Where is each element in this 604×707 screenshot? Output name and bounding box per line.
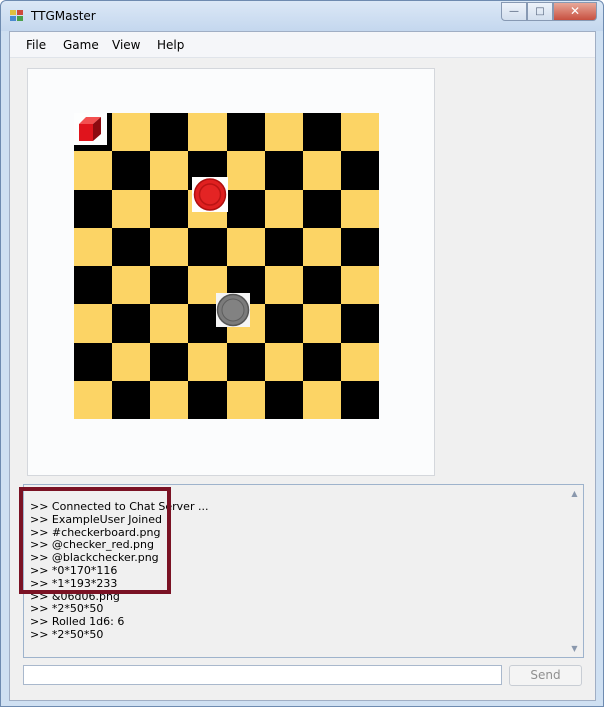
board-square[interactable] <box>150 113 189 152</box>
board-square[interactable] <box>226 189 265 228</box>
board-square[interactable] <box>340 189 379 228</box>
board-square[interactable] <box>264 151 303 190</box>
board-square[interactable] <box>112 380 151 419</box>
board-square[interactable] <box>150 266 189 305</box>
board-square[interactable] <box>340 113 379 152</box>
checkerboard[interactable] <box>74 113 379 419</box>
board-square[interactable] <box>340 380 379 419</box>
board-square[interactable] <box>188 113 227 152</box>
board-square[interactable] <box>226 342 265 381</box>
board-square[interactable] <box>74 342 113 381</box>
board-square[interactable] <box>112 304 151 343</box>
chat-line: >> ExampleUser Joined <box>30 512 162 526</box>
menu-bar: File Game View Help <box>10 32 595 58</box>
scroll-up-arrow-icon[interactable]: ▲ <box>567 486 582 501</box>
board-square[interactable] <box>302 342 341 381</box>
board-square[interactable] <box>264 189 303 228</box>
board-square[interactable] <box>112 266 151 305</box>
board-square[interactable] <box>188 227 227 266</box>
chat-input[interactable] <box>23 665 502 685</box>
close-button[interactable]: ✕ <box>553 2 597 21</box>
scroll-down-arrow-icon[interactable]: ▼ <box>567 641 582 656</box>
menu-help[interactable]: Help <box>153 38 188 52</box>
maximize-button[interactable]: □ <box>527 2 553 21</box>
board-square[interactable] <box>340 304 379 343</box>
cube-icon <box>79 117 101 141</box>
chat-line: >> *1*193*233 <box>30 576 118 590</box>
chat-line: >> Rolled 1d6: 6 <box>30 615 125 629</box>
board-square[interactable] <box>340 151 379 190</box>
board-square[interactable] <box>112 189 151 228</box>
board-square[interactable] <box>112 227 151 266</box>
board-square[interactable] <box>264 342 303 381</box>
board-square[interactable] <box>74 266 113 305</box>
board-square[interactable] <box>150 151 189 190</box>
board-square[interactable] <box>74 380 113 419</box>
board-square[interactable] <box>340 266 379 305</box>
board-square[interactable] <box>302 113 341 152</box>
window-controls: — □ ✕ <box>501 2 597 22</box>
game-board-panel[interactable] <box>27 68 435 476</box>
app-window: TTGMaster — □ ✕ File Game View Help >> C… <box>0 0 604 707</box>
send-button[interactable]: Send <box>509 665 582 686</box>
board-square[interactable] <box>74 304 113 343</box>
chat-log-panel[interactable]: >> Connected to Chat Server ... >> Exampl… <box>23 484 584 658</box>
board-square[interactable] <box>112 342 151 381</box>
board-square[interactable] <box>150 304 189 343</box>
chat-line: >> Connected to Chat Server ... <box>30 500 209 513</box>
board-square[interactable] <box>74 151 113 190</box>
client-area: File Game View Help >> Connected to Chat… <box>9 31 596 701</box>
board-square[interactable] <box>340 342 379 381</box>
title-bar: TTGMaster — □ ✕ <box>1 1 603 31</box>
board-square[interactable] <box>112 113 151 152</box>
board-square[interactable] <box>302 380 341 419</box>
board-square[interactable] <box>150 380 189 419</box>
red-checker-piece[interactable] <box>192 177 228 212</box>
board-square[interactable] <box>188 380 227 419</box>
red-cube-piece[interactable] <box>74 113 107 145</box>
minimize-button[interactable]: — <box>501 2 527 21</box>
board-square[interactable] <box>226 113 265 152</box>
board-square[interactable] <box>150 189 189 228</box>
chat-line: >> *0*170*116 <box>30 563 118 577</box>
app-icon <box>10 10 24 22</box>
board-square[interactable] <box>302 266 341 305</box>
board-square[interactable] <box>226 151 265 190</box>
gray-checker-icon <box>216 293 250 327</box>
board-square[interactable] <box>226 227 265 266</box>
board-square[interactable] <box>302 151 341 190</box>
chat-log: >> Connected to Chat Server ... >> Exampl… <box>30 500 560 651</box>
board-square[interactable] <box>302 189 341 228</box>
black-checker-piece[interactable] <box>216 293 250 327</box>
board-square[interactable] <box>264 380 303 419</box>
chat-line: >> &06d06.png <box>30 589 120 603</box>
board-square[interactable] <box>264 304 303 343</box>
board-square[interactable] <box>112 151 151 190</box>
board-square[interactable] <box>264 113 303 152</box>
board-square[interactable] <box>74 227 113 266</box>
board-square[interactable] <box>226 380 265 419</box>
board-square[interactable] <box>264 266 303 305</box>
menu-game[interactable]: Game <box>59 38 103 52</box>
board-square[interactable] <box>302 304 341 343</box>
window-title: TTGMaster <box>31 9 96 23</box>
chat-scrollbar[interactable]: ▲ ▼ <box>567 486 582 656</box>
menu-file[interactable]: File <box>22 38 50 52</box>
board-square[interactable] <box>188 342 227 381</box>
board-square[interactable] <box>302 227 341 266</box>
menu-view[interactable]: View <box>108 38 144 52</box>
board-square[interactable] <box>150 342 189 381</box>
board-square[interactable] <box>74 189 113 228</box>
board-square[interactable] <box>340 227 379 266</box>
chat-line: >> *2*50*50 <box>30 627 104 641</box>
red-checker-icon <box>193 178 227 211</box>
board-square[interactable] <box>150 227 189 266</box>
board-square[interactable] <box>264 227 303 266</box>
